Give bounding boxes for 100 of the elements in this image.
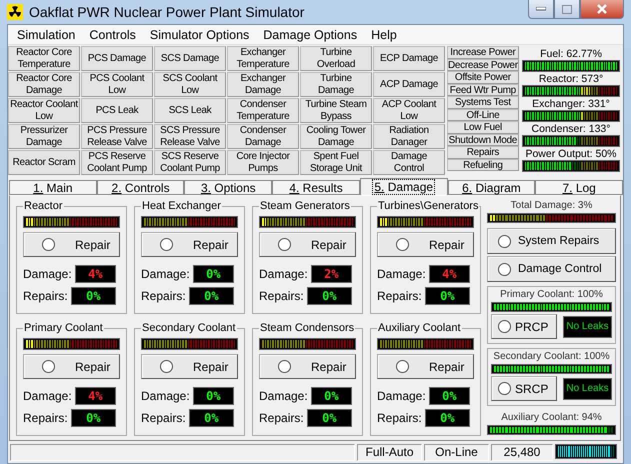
- status-indicator: Decrease Power: [447, 58, 519, 71]
- leak-status: No Leaks: [563, 378, 612, 400]
- system-button[interactable]: Damage Control: [487, 256, 616, 282]
- status-indicator: Off-Line: [447, 108, 519, 121]
- radiation-icon: [7, 4, 23, 20]
- repair-button[interactable]: Repair: [141, 232, 238, 257]
- tab[interactable]: 6. Diagram: [448, 180, 536, 195]
- coolant-label: Primary Coolant: 100%: [499, 289, 604, 301]
- repairs-readout: 0%: [424, 287, 470, 305]
- alarm-indicator: ECP Damage: [373, 46, 445, 71]
- tab[interactable]: 3. Options: [184, 180, 272, 195]
- alarm-indicator: Condenser Damage: [227, 124, 299, 149]
- menu-item[interactable]: Controls: [82, 28, 143, 42]
- gauge-label: Reactor: 573°: [538, 73, 604, 85]
- repairs-label: Repairs:: [259, 289, 304, 303]
- alarm-indicator: Exchanger Temperature: [227, 46, 299, 71]
- menu-item[interactable]: Simulation: [10, 28, 82, 42]
- damage-readout: 4%: [74, 387, 116, 405]
- minimize-icon: [536, 7, 546, 11]
- radio-button[interactable]: [498, 320, 511, 333]
- repair-button[interactable]: Repair: [23, 354, 120, 379]
- status-indicator: Offsite Power: [447, 71, 519, 84]
- tab[interactable]: 1. Main: [9, 180, 97, 195]
- damage-readout: 0%: [192, 387, 234, 405]
- alarm-indicator: PCS Damage: [81, 46, 153, 71]
- group-title: Steam Generators: [259, 200, 351, 212]
- damage-label: Damage:: [377, 389, 426, 403]
- gauge-label: Exchanger: 331°: [531, 98, 611, 110]
- radio-button[interactable]: [498, 382, 511, 395]
- group-title: Turbines\Generators: [377, 200, 480, 212]
- total-damage-label: Total Damage: 3%: [510, 200, 594, 212]
- maximize-icon: [562, 4, 572, 14]
- damage-label: Damage:: [259, 267, 308, 281]
- tab[interactable]: 7. Log: [535, 180, 624, 195]
- maximize-button[interactable]: [554, 0, 580, 19]
- alarm-indicator: Turbine Overload: [300, 46, 372, 71]
- alarm-indicator: ACP Damage: [373, 72, 445, 97]
- alarm-indicator: Turbine Damage: [300, 72, 372, 97]
- status-indicator: Systems Test: [447, 96, 519, 108]
- close-icon: [596, 4, 608, 14]
- count-status: 25,480: [491, 444, 553, 461]
- tab[interactable]: 2. Controls: [96, 180, 184, 195]
- alarm-indicator: PCS Pressure Release Valve: [81, 124, 153, 149]
- status-indicator: Shutdown Mode: [447, 134, 519, 146]
- alarm-indicator: SCS Reserve Coolant Pump: [154, 150, 226, 175]
- minimize-button[interactable]: [528, 0, 554, 19]
- tab[interactable]: 4. Results: [272, 180, 360, 195]
- repair-button[interactable]: Repair: [259, 354, 356, 379]
- group-title: Secondary Coolant: [141, 322, 237, 334]
- repair-button[interactable]: Repair: [259, 232, 356, 257]
- damage-readout: 2%: [310, 265, 352, 283]
- menu-item[interactable]: Damage Options: [256, 28, 364, 42]
- close-button[interactable]: [580, 0, 624, 19]
- coolant-label: Secondary Coolant: 100%: [492, 351, 611, 363]
- tab[interactable]: 5. Damage: [360, 178, 448, 195]
- coolant-label: Auxiliary Coolant: 94%: [500, 412, 603, 424]
- radio-button[interactable]: [396, 238, 409, 251]
- repairs-readout: 0%: [306, 287, 352, 305]
- radio-button[interactable]: [42, 238, 55, 251]
- radio-button[interactable]: [396, 360, 409, 373]
- alarm-indicator: Turbine Steam Bypass: [300, 98, 372, 123]
- system-button[interactable]: System Repairs: [487, 228, 616, 254]
- radio-button[interactable]: [278, 360, 291, 373]
- radio-button[interactable]: [498, 234, 511, 248]
- repair-button[interactable]: Repair: [377, 354, 474, 379]
- repairs-label: Repairs:: [23, 411, 68, 425]
- status-indicator: Refueling: [447, 158, 519, 171]
- alarm-indicator: PCS Leak: [81, 98, 153, 123]
- pump-button[interactable]: PRCP: [491, 314, 557, 339]
- damage-label: Damage:: [377, 267, 426, 281]
- repairs-label: Repairs:: [377, 289, 422, 303]
- damage-readout: 4%: [428, 265, 470, 283]
- alarm-indicator: Pressurizer Damage: [8, 124, 80, 149]
- alarm-indicator: Exchanger Damage: [227, 72, 299, 97]
- radio-button[interactable]: [160, 360, 173, 373]
- menu-item[interactable]: Simulator Options: [142, 28, 256, 42]
- menu-item[interactable]: Help: [364, 28, 404, 42]
- alarm-indicator: PCS Reserve Coolant Pump: [81, 150, 153, 175]
- alarm-indicator: Condenser Temperature: [227, 98, 299, 123]
- alarm-indicator: Spent Fuel Storage Unit: [300, 150, 372, 175]
- radio-button[interactable]: [42, 360, 55, 373]
- repairs-label: Repairs:: [141, 289, 186, 303]
- radio-button[interactable]: [498, 262, 511, 276]
- repair-button[interactable]: Repair: [23, 232, 120, 257]
- repair-button[interactable]: Repair: [377, 232, 474, 257]
- repairs-label: Repairs:: [23, 289, 68, 303]
- damage-readout: 0%: [428, 387, 470, 405]
- alarm-indicator: Reactor Scram: [8, 150, 80, 175]
- group-title: Primary Coolant: [23, 322, 104, 334]
- damage-label: Damage:: [23, 267, 72, 281]
- repair-button[interactable]: Repair: [141, 354, 238, 379]
- plant-status: On-Line: [424, 444, 489, 461]
- radio-button[interactable]: [278, 238, 291, 251]
- mode-status: Full-Auto: [357, 444, 422, 461]
- repairs-readout: 0%: [188, 409, 234, 427]
- status-indicator: Repairs: [447, 146, 519, 158]
- radio-button[interactable]: [160, 238, 173, 251]
- status-indicator: Low Fuel: [447, 121, 519, 134]
- damage-readout: 0%: [310, 387, 352, 405]
- pump-button[interactable]: SRCP: [491, 376, 557, 401]
